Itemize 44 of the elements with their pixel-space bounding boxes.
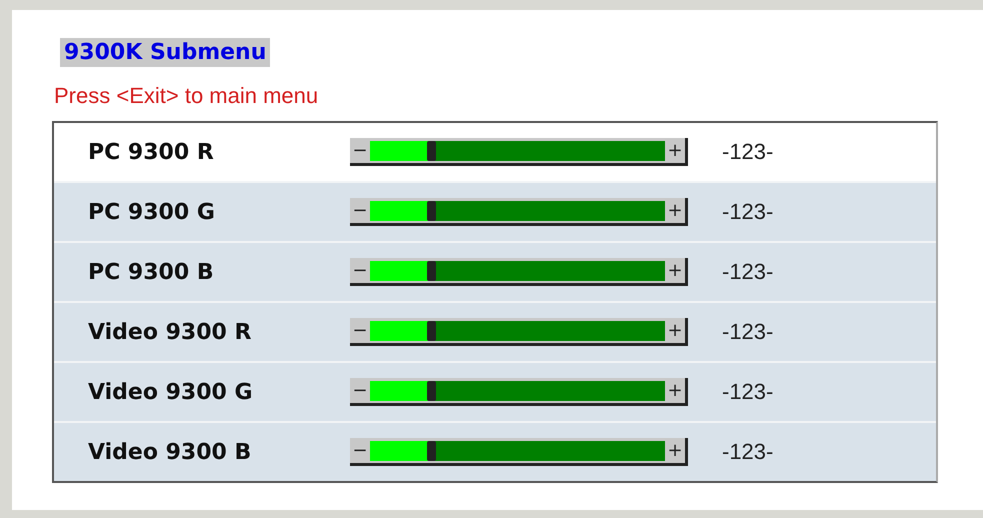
slider-thumb[interactable] [427,200,436,220]
setting-label: Video 9300 G [87,380,254,404]
setting-row[interactable]: PC 9300 R − + -123- [54,123,936,183]
increase-button[interactable]: + [665,320,685,341]
decrease-button[interactable]: − [350,320,370,341]
increase-button[interactable]: + [665,440,685,461]
increase-button[interactable]: + [665,200,685,221]
slider[interactable]: − + [350,138,688,166]
increase-button[interactable]: + [665,260,685,281]
hint-text: Press <Exit> to main menu [54,83,320,109]
setting-label: PC 9300 B [87,260,215,284]
value-reading: -123- [722,139,774,165]
slider[interactable]: − + [350,318,688,346]
value-reading: -123- [722,319,774,345]
setting-row[interactable]: Video 9300 B − + -123- [54,423,936,481]
value-reading: -123- [722,439,774,465]
setting-label: Video 9300 R [87,320,252,344]
slider[interactable]: − + [350,258,688,286]
value-reading: -123- [722,379,774,405]
menu-title: 9300K Submenu [60,38,270,67]
increase-button[interactable]: + [665,140,685,161]
slider-thumb[interactable] [427,320,436,340]
setting-row[interactable]: Video 9300 G − + -123- [54,363,936,423]
slider[interactable]: − + [350,438,688,466]
setting-label: PC 9300 G [87,200,216,224]
decrease-button[interactable]: − [350,260,370,281]
decrease-button[interactable]: − [350,380,370,401]
decrease-button[interactable]: − [350,140,370,161]
decrease-button[interactable]: − [350,200,370,221]
slider-thumb[interactable] [427,140,436,160]
value-reading: -123- [722,199,774,225]
setting-row[interactable]: Video 9300 R − + -123- [54,303,936,363]
value-reading: -123- [722,259,774,285]
increase-button[interactable]: + [665,380,685,401]
slider[interactable]: − + [350,198,688,226]
slider-thumb[interactable] [427,380,436,400]
decrease-button[interactable]: − [350,440,370,461]
setting-row[interactable]: PC 9300 G − + -123- [54,183,936,243]
slider-thumb[interactable] [427,260,436,280]
setting-row[interactable]: PC 9300 B − + -123- [54,243,936,303]
setting-label: PC 9300 R [87,140,215,164]
setting-label: Video 9300 B [87,440,252,464]
slider-thumb[interactable] [427,440,436,460]
slider[interactable]: − + [350,378,688,406]
